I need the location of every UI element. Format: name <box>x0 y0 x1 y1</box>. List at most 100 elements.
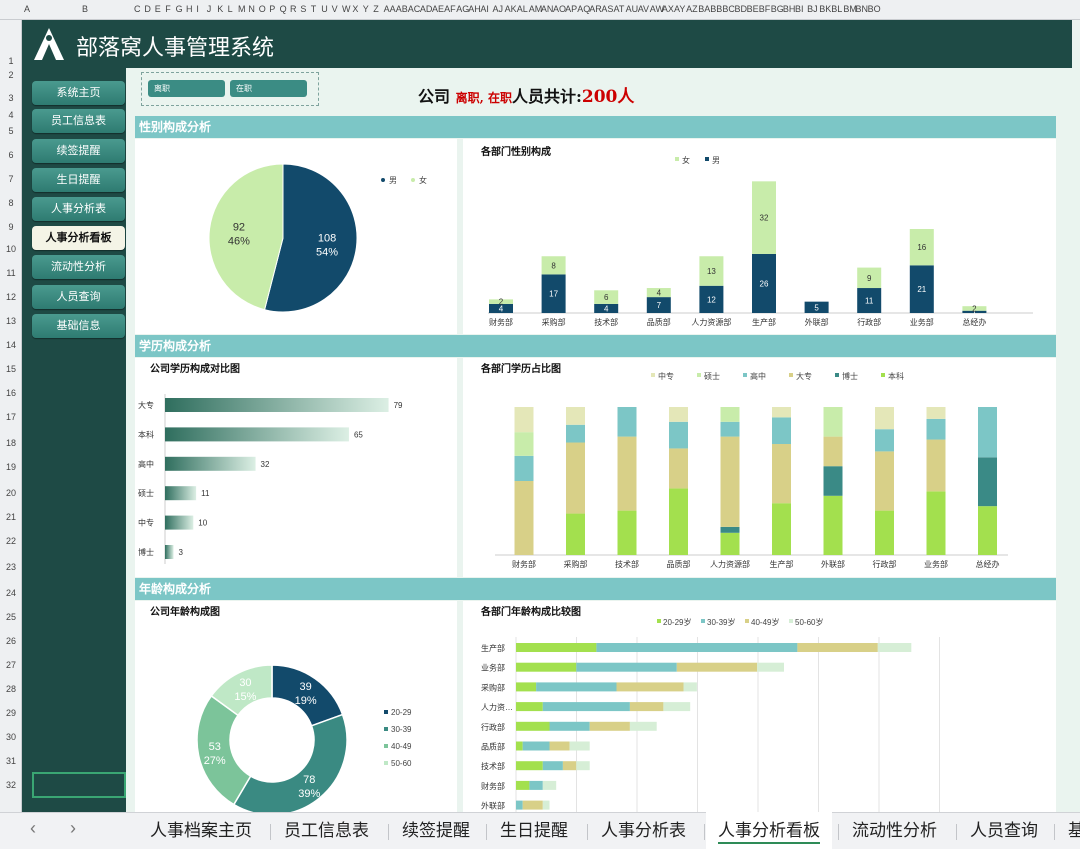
bar-segment[interactable] <box>926 491 946 555</box>
column-header[interactable]: AN <box>541 4 554 14</box>
bar-segment[interactable] <box>589 721 630 731</box>
row-header[interactable]: 24 <box>0 588 22 598</box>
sheet-tab[interactable]: 人员查询 <box>958 812 1050 849</box>
bar-segment[interactable] <box>926 407 946 419</box>
column-header[interactable]: L <box>228 4 233 14</box>
column-header[interactable]: AQ <box>577 4 590 14</box>
bar-segment[interactable] <box>676 662 758 672</box>
nav-button[interactable]: 员工信息表 <box>32 109 125 133</box>
donut-slice[interactable] <box>196 694 252 806</box>
tab-scroll-left-icon[interactable]: ‹ <box>30 818 36 839</box>
bar-segment[interactable] <box>566 407 585 425</box>
column-header[interactable]: A <box>24 4 30 14</box>
bar-segment[interactable] <box>720 532 740 555</box>
bar-segment[interactable] <box>542 702 630 712</box>
row-header[interactable]: 11 <box>0 268 22 278</box>
bar-segment[interactable] <box>536 682 617 692</box>
bar-segment[interactable] <box>629 702 664 712</box>
row-header[interactable]: 32 <box>0 780 22 790</box>
bar-segment[interactable] <box>542 800 550 810</box>
sheet-tab[interactable]: 基 <box>1056 812 1080 849</box>
sheet-tab[interactable]: 人事档案主页 <box>138 812 264 849</box>
row-header[interactable]: 15 <box>0 364 22 374</box>
bar-segment[interactable] <box>516 780 530 790</box>
bar-segment[interactable] <box>720 421 740 437</box>
bar[interactable] <box>165 545 174 559</box>
row-header[interactable]: 27 <box>0 660 22 670</box>
column-header[interactable]: M <box>238 4 246 14</box>
bar-segment[interactable] <box>516 741 523 751</box>
column-header[interactable]: AO <box>553 4 566 14</box>
column-header[interactable]: F <box>165 4 171 14</box>
row-header[interactable]: 23 <box>0 562 22 572</box>
nav-button[interactable]: 系统主页 <box>32 81 125 105</box>
column-header[interactable]: BC <box>722 4 735 14</box>
bar-segment[interactable] <box>522 800 543 810</box>
nav-button[interactable]: 流动性分析 <box>32 255 125 279</box>
bar-segment[interactable] <box>514 432 534 456</box>
bar-segment[interactable] <box>877 643 912 652</box>
column-header[interactable]: AV <box>638 4 649 14</box>
row-header[interactable]: 2 <box>0 70 22 80</box>
bar-segment[interactable] <box>576 662 677 672</box>
donut-slice[interactable] <box>232 713 348 816</box>
column-header[interactable]: BA <box>698 4 710 14</box>
column-header[interactable]: Q <box>280 4 287 14</box>
bar-segment[interactable] <box>514 481 534 555</box>
row-header[interactable]: 18 <box>0 438 22 448</box>
column-header[interactable]: AB <box>396 4 408 14</box>
column-header[interactable]: P <box>269 4 275 14</box>
bar-segment[interactable] <box>823 495 843 555</box>
bar-segment[interactable] <box>522 741 550 751</box>
nav-button[interactable]: 人事分析看板 <box>32 226 125 250</box>
column-header[interactable]: I <box>196 4 199 14</box>
bar-segment[interactable] <box>596 643 798 652</box>
column-header[interactable]: BI <box>795 4 804 14</box>
column-header[interactable]: AX <box>662 4 674 14</box>
bar-segment[interactable] <box>629 721 657 731</box>
bar-segment[interactable] <box>617 510 637 555</box>
column-header[interactable]: Y <box>363 4 369 14</box>
row-header[interactable]: 19 <box>0 462 22 472</box>
bar-segment[interactable] <box>978 407 997 458</box>
column-header[interactable]: K <box>217 4 223 14</box>
sheet-tab[interactable]: 人事分析表 <box>589 812 698 849</box>
column-header[interactable]: BD <box>735 4 748 14</box>
row-header[interactable]: 5 <box>0 126 22 136</box>
bar-segment[interactable] <box>720 526 740 533</box>
row-header[interactable]: 9 <box>0 222 22 232</box>
column-header[interactable]: BG <box>771 4 784 14</box>
bar[interactable] <box>165 427 349 442</box>
column-header[interactable]: O <box>259 4 266 14</box>
edu-bar-panel[interactable]: 公司学历构成对比图 大专 79 本科 65 高中 32 硕士 11 中专 10 博士 3 <box>135 358 457 577</box>
dept-age-panel[interactable]: 各部门年龄构成比较图 20-29岁 30-39岁 40-49岁 50-60岁 生产部 业务部… <box>463 601 1056 812</box>
column-header[interactable]: BF <box>759 4 771 14</box>
bar-segment[interactable] <box>549 741 570 751</box>
column-header[interactable]: BB <box>710 4 722 14</box>
sheet-tab[interactable]: 人事分析看板 <box>706 812 832 849</box>
bar[interactable] <box>165 486 197 501</box>
column-header[interactable]: AZ <box>686 4 698 14</box>
row-header[interactable]: 3 <box>0 93 22 103</box>
bar-segment[interactable] <box>978 457 997 507</box>
nav-button[interactable]: 人员查询 <box>32 285 125 309</box>
nav-button[interactable]: 基础信息 <box>32 314 125 338</box>
bar-segment[interactable] <box>797 643 878 652</box>
bar-segment[interactable] <box>562 761 577 771</box>
filter-chip-resigned[interactable]: 离职 <box>148 80 225 97</box>
bar-segment[interactable] <box>617 436 637 511</box>
column-header[interactable]: R <box>290 4 297 14</box>
bar-segment[interactable] <box>875 429 894 452</box>
nav-button[interactable]: 续签提醒 <box>32 139 125 163</box>
bar-segment[interactable] <box>875 407 894 430</box>
bar-segment[interactable] <box>683 682 697 692</box>
bar-segment[interactable] <box>516 761 543 771</box>
filter-chip-active[interactable]: 在职 <box>230 80 307 97</box>
column-header[interactable]: G <box>176 4 183 14</box>
column-header[interactable]: AK <box>505 4 517 14</box>
bar-segment[interactable] <box>663 702 691 712</box>
row-header[interactable]: 16 <box>0 388 22 398</box>
bar-segment[interactable] <box>514 455 534 481</box>
bar-segment[interactable] <box>823 436 843 467</box>
column-header[interactable]: X <box>352 4 358 14</box>
